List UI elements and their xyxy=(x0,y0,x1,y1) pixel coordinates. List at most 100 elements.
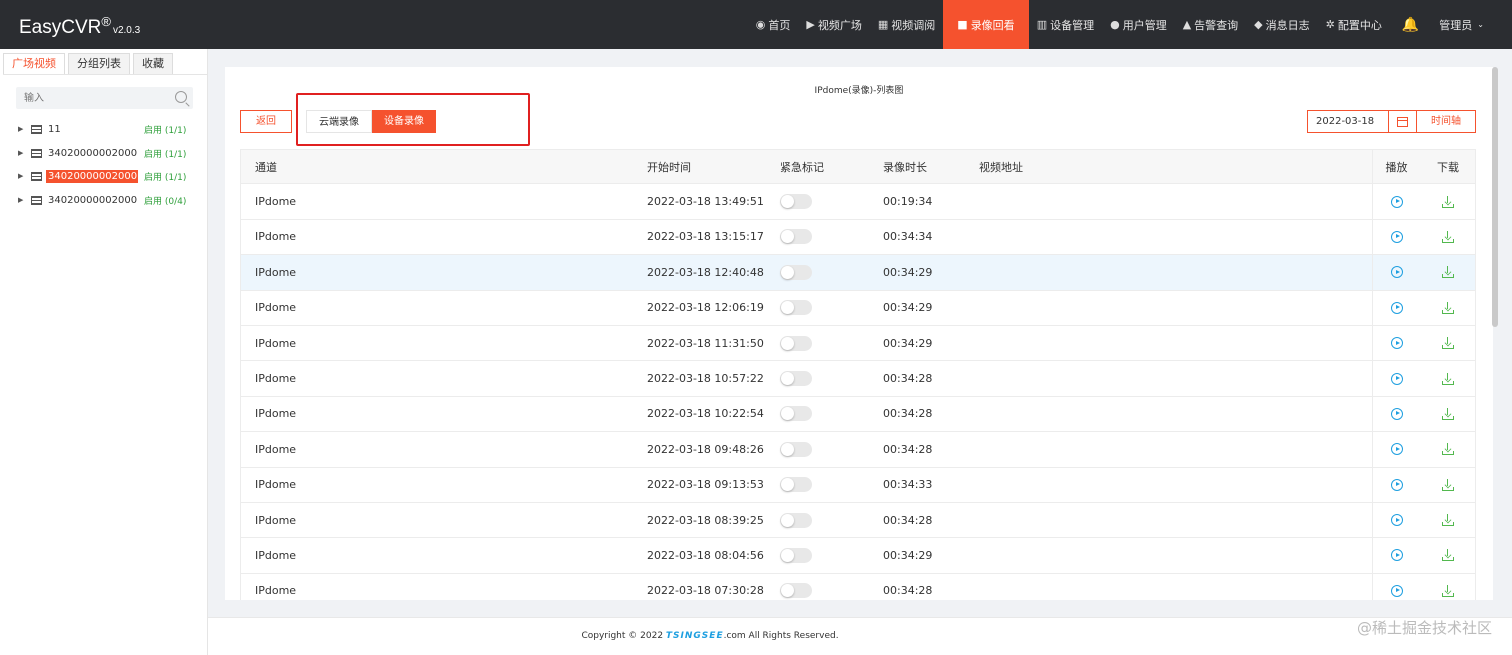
start-time-cell: 2022-03-18 07:30:28 xyxy=(647,584,764,598)
app-name: EasyCVR xyxy=(19,17,102,38)
play-icon[interactable] xyxy=(1390,514,1403,527)
user-menu[interactable]: 管理员 ⌄ xyxy=(1431,0,1512,49)
download-icon[interactable] xyxy=(1442,407,1454,420)
cloud-recording-tab[interactable]: 云端录像 xyxy=(306,110,372,133)
column-header-channel: 通道 xyxy=(255,160,277,174)
table-row[interactable]: IPdome 2022-03-18 12:06:19 00:34:29 xyxy=(240,290,1476,326)
caret-right-icon[interactable]: ▶ xyxy=(18,125,28,133)
table-row[interactable]: IPdome 2022-03-18 12:40:48 00:34:29 xyxy=(240,255,1476,291)
table-row[interactable]: IPdome 2022-03-18 08:04:56 00:34:29 xyxy=(240,538,1476,574)
urgent-flag-toggle[interactable] xyxy=(780,406,812,422)
urgent-flag-cell xyxy=(780,574,812,600)
date-input[interactable]: 2022-03-18 xyxy=(1307,110,1389,133)
caret-right-icon[interactable]: ▶ xyxy=(18,172,28,180)
play-icon[interactable] xyxy=(1390,301,1403,314)
table-row[interactable]: IPdome 2022-03-18 09:48:26 00:34:28 xyxy=(240,432,1476,468)
play-icon[interactable] xyxy=(1390,407,1403,420)
nav-playback[interactable]: ■ 录像回看 xyxy=(943,0,1029,49)
tree-item[interactable]: ▶ 34020000002000... 启用 (1/1) xyxy=(18,144,198,162)
play-icon[interactable] xyxy=(1390,443,1403,456)
table-row[interactable]: IPdome 2022-03-18 08:39:25 00:34:28 xyxy=(240,502,1476,539)
urgent-flag-toggle[interactable] xyxy=(780,300,812,316)
download-icon[interactable] xyxy=(1442,478,1454,491)
download-icon[interactable] xyxy=(1442,337,1454,350)
tab-group-list[interactable]: 分组列表 xyxy=(68,53,130,74)
gear-icon: ✲ xyxy=(1325,18,1335,31)
tab-square-video[interactable]: 广场视频 xyxy=(3,53,65,74)
urgent-flag-toggle[interactable] xyxy=(780,547,812,563)
urgent-flag-toggle[interactable] xyxy=(780,335,812,351)
tree-item-selected[interactable]: ▶ 34020000002000... 启用 (1/1) xyxy=(18,167,198,185)
caret-right-icon[interactable]: ▶ xyxy=(18,149,28,157)
nav-user-management[interactable]: ● 用户管理 xyxy=(1102,0,1175,49)
urgent-flag-toggle[interactable] xyxy=(780,229,812,245)
urgent-flag-toggle[interactable] xyxy=(780,441,812,457)
urgent-flag-toggle[interactable] xyxy=(780,371,812,387)
calendar-icon[interactable] xyxy=(1388,110,1417,133)
table-row[interactable]: IPdome 2022-03-18 09:13:53 00:34:33 xyxy=(240,467,1476,503)
play-icon[interactable] xyxy=(1390,230,1403,243)
play-icon[interactable] xyxy=(1390,337,1403,350)
nav-label: 配置中心 xyxy=(1337,18,1382,32)
table-row[interactable]: IPdome 2022-03-18 11:31:50 00:34:29 xyxy=(240,325,1476,362)
download-icon[interactable] xyxy=(1442,443,1454,456)
play-icon[interactable] xyxy=(1390,478,1403,491)
urgent-flag-toggle[interactable] xyxy=(780,264,812,280)
download-icon[interactable] xyxy=(1442,584,1454,597)
top-bar: EasyCVR®v2.0.3 ◉ 首页 ▶ 视频广场 ▦ 视频调阅 ■ 录像回看 ▥ 设备… xyxy=(0,0,1512,49)
app-logo[interactable]: EasyCVR®v2.0.3 xyxy=(19,14,140,39)
play-cell xyxy=(1372,432,1420,467)
play-icon[interactable] xyxy=(1390,372,1403,385)
nav-home[interactable]: ◉ 首页 xyxy=(748,0,799,49)
timeline-button[interactable]: 时间轴 xyxy=(1416,110,1476,133)
tree-item[interactable]: ▶ 34020000002000... 启用 (0/4) xyxy=(18,191,198,209)
duration-cell: 00:34:28 xyxy=(883,372,933,386)
download-icon[interactable] xyxy=(1442,195,1454,208)
device-recording-tab[interactable]: 设备录像 xyxy=(372,110,436,133)
table-row[interactable]: IPdome 2022-03-18 13:49:51 00:19:34 xyxy=(240,184,1476,220)
play-icon[interactable] xyxy=(1390,584,1403,597)
table-row[interactable]: IPdome 2022-03-18 10:22:54 00:34:28 xyxy=(240,396,1476,433)
download-icon[interactable] xyxy=(1442,514,1454,527)
table-row[interactable]: IPdome 2022-03-18 10:57:22 00:34:28 xyxy=(240,361,1476,397)
duration-cell: 00:34:28 xyxy=(883,442,933,456)
play-icon[interactable] xyxy=(1390,266,1403,279)
tree-item[interactable]: ▶ 11 启用 (1/1) xyxy=(18,120,198,138)
download-cell xyxy=(1420,503,1476,537)
caret-right-icon[interactable]: ▶ xyxy=(18,196,28,204)
tab-favorites[interactable]: 收藏 xyxy=(133,53,173,74)
play-cell xyxy=(1372,325,1420,361)
back-button[interactable]: 返回 xyxy=(240,110,292,133)
nav-video-browse[interactable]: ▦ 视频调阅 xyxy=(870,0,943,49)
tree-item-name: 34020000002000... xyxy=(46,169,138,183)
table-header: 通道 开始时间 紧急标记 录像时长 视频地址 播放 下载 xyxy=(240,149,1476,185)
download-icon[interactable] xyxy=(1442,230,1454,243)
nav-config-center[interactable]: ✲ 配置中心 xyxy=(1318,0,1390,49)
nav-alarm-query[interactable]: ▲ 告警查询 xyxy=(1175,0,1246,49)
download-icon[interactable] xyxy=(1442,549,1454,562)
duration-cell: 00:34:29 xyxy=(883,301,933,315)
duration-cell: 00:34:28 xyxy=(883,407,933,421)
duration-cell: 00:34:29 xyxy=(883,548,933,562)
nav-video-square[interactable]: ▶ 视频广场 xyxy=(798,0,869,49)
urgent-flag-toggle[interactable] xyxy=(780,583,812,599)
nav-message-log[interactable]: ◆ 消息日志 xyxy=(1246,0,1317,49)
table-row[interactable]: IPdome 2022-03-18 07:30:28 00:34:28 xyxy=(240,573,1476,600)
play-icon[interactable] xyxy=(1390,549,1403,562)
device-search-input[interactable] xyxy=(16,87,166,109)
play-icon[interactable] xyxy=(1390,195,1403,208)
urgent-flag-toggle[interactable] xyxy=(780,194,812,210)
urgent-flag-toggle[interactable] xyxy=(780,512,812,528)
search-icon[interactable] xyxy=(175,91,187,103)
table-row[interactable]: IPdome 2022-03-18 13:15:17 00:34:34 xyxy=(240,219,1476,256)
notification-bell-icon[interactable]: 🔔 xyxy=(1390,0,1431,49)
table-body: IPdome 2022-03-18 13:49:51 00:19:34 IPdome 2… xyxy=(240,184,1476,600)
scrollbar[interactable] xyxy=(1492,67,1498,327)
download-icon[interactable] xyxy=(1442,301,1454,314)
urgent-flag-toggle[interactable] xyxy=(780,477,812,493)
status-badge: 启用 (1/1) xyxy=(144,149,187,160)
download-icon[interactable] xyxy=(1442,372,1454,385)
start-time-cell: 2022-03-18 11:31:50 xyxy=(647,336,764,350)
nav-device-management[interactable]: ▥ 设备管理 xyxy=(1029,0,1102,49)
download-icon[interactable] xyxy=(1442,266,1454,279)
